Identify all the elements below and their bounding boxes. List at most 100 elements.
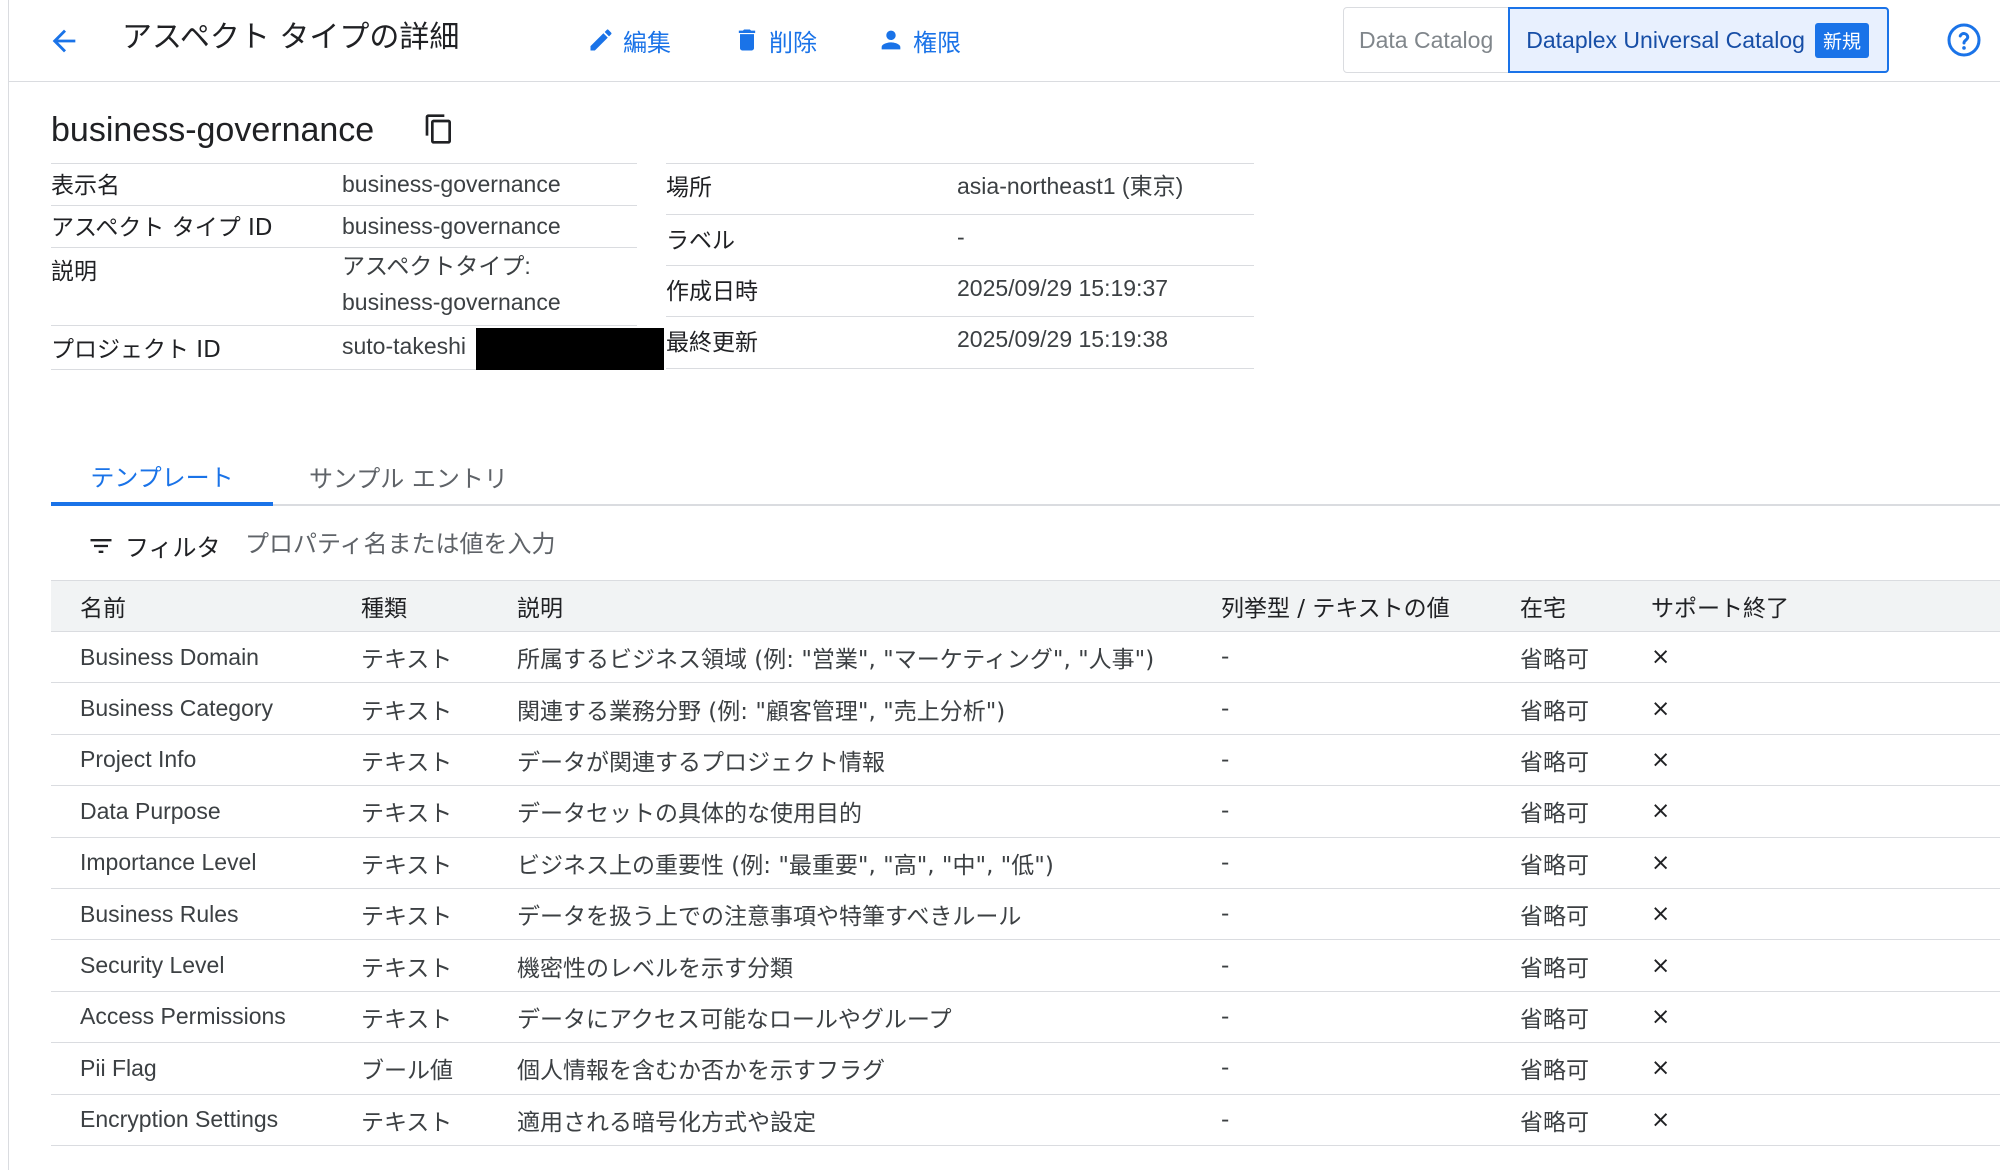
cell-deprecated: × (1651, 1106, 1671, 1133)
help-circle-icon[interactable] (1946, 22, 1982, 58)
cell-values: - (1221, 746, 1230, 773)
cell-type: テキスト (361, 955, 453, 982)
tab-template[interactable]: テンプレート (51, 448, 273, 506)
cell-deprecated: × (1651, 952, 1671, 979)
cell-values: - (1221, 1003, 1230, 1030)
cell-deprecated: × (1651, 849, 1671, 876)
detail-label: 説明 (51, 259, 97, 285)
cell-required: 省略可 (1520, 1058, 1589, 1085)
detail-row-aspect-type-id: アスペクト タイプ ID business-governance (51, 206, 637, 248)
cell-required: 省略可 (1520, 801, 1589, 828)
cell-required: 省略可 (1520, 852, 1589, 879)
detail-label: プロジェクト ID (51, 337, 221, 363)
detail-value: - (957, 224, 965, 250)
cell-values: - (1221, 1106, 1230, 1133)
cell-deprecated: × (1651, 1003, 1671, 1030)
edit-button[interactable]: 編集 (587, 18, 671, 62)
edit-label: 編集 (623, 28, 671, 57)
cell-description: データにアクセス可能なロールやグループ (517, 1006, 952, 1033)
detail-value: 2025/09/29 15:19:37 (957, 275, 1169, 301)
permissions-button[interactable]: 権限 (877, 18, 961, 62)
person-icon (881, 30, 901, 50)
cell-values: - (1221, 1055, 1230, 1082)
template-table: 名前 種類 説明 列挙型 / テキストの値 在宅 サポート終了 Business… (51, 580, 2000, 1146)
tab-sample-entry[interactable]: サンプル エントリ (309, 448, 508, 504)
cell-name: Project Info (80, 746, 197, 773)
cell-description: 個人情報を含むか否かを示すフラグ (517, 1058, 885, 1085)
cell-required: 省略可 (1520, 1006, 1589, 1033)
details-right-table: 場所 asia-northeast1 (東京) ラベル - 作成日時 2025/… (666, 163, 1254, 369)
pencil-icon (590, 29, 612, 51)
toggle-data-catalog[interactable]: Data Catalog (1344, 8, 1508, 72)
cell-values: - (1221, 901, 1230, 928)
table-row[interactable]: Security Level テキスト 機密性のレベルを示す分類 - 省略可 × (51, 940, 2000, 992)
cell-description: データを扱う上での注意事項や特筆すべきルール (517, 904, 1022, 931)
table-body: Business Domain テキスト 所属するビジネス領域 (例: "営業", … (51, 632, 2000, 1146)
detail-row-updated: 最終更新 2025/09/29 15:19:38 (666, 317, 1254, 369)
filter-icon[interactable] (87, 532, 115, 560)
filter-input[interactable] (245, 520, 945, 568)
detail-value-line1: アスペクトタイプ: (342, 253, 531, 279)
detail-label: アスペクト タイプ ID (51, 215, 273, 241)
detail-label: 作成日時 (666, 279, 758, 305)
trash-icon (738, 29, 756, 51)
table-header-row: 名前 種類 説明 列挙型 / テキストの値 在宅 サポート終了 (51, 580, 2000, 632)
column-header-type[interactable]: 種類 (361, 581, 407, 631)
cell-type: テキスト (361, 852, 453, 879)
cell-values: - (1221, 644, 1230, 671)
cell-description: 機密性のレベルを示す分類 (517, 955, 793, 982)
cell-name: Business Rules (80, 900, 239, 927)
cell-description: データが関連するプロジェクト情報 (517, 749, 885, 776)
table-row[interactable]: Business Rules テキスト データを扱う上での注意事項や特筆すべきルール… (51, 889, 2000, 941)
cell-name: Importance Level (80, 849, 257, 876)
delete-button[interactable]: 削除 (733, 18, 817, 62)
detail-row-labels: ラベル - (666, 215, 1254, 266)
cell-type: テキスト (361, 1109, 453, 1136)
filter-label: フィルタ (125, 534, 221, 562)
table-row[interactable]: Business Domain テキスト 所属するビジネス領域 (例: "営業", … (51, 632, 2000, 684)
column-header-required[interactable]: 在宅 (1520, 581, 1566, 631)
detail-value-line2: business-governance (342, 289, 561, 315)
table-row[interactable]: Encryption Settings テキスト 適用される暗号化方式や設定 - 省略可… (51, 1095, 2000, 1146)
cell-type: テキスト (361, 801, 453, 828)
cell-type: テキスト (361, 749, 453, 776)
cell-deprecated: × (1651, 746, 1671, 773)
detail-value: suto-takeshi (342, 333, 467, 359)
new-badge: 新規 (1814, 22, 1869, 58)
table-row[interactable]: Project Info テキスト データが関連するプロジェクト情報 - 省略可 × (51, 735, 2000, 787)
cell-name: Business Category (80, 695, 274, 722)
cell-name: Security Level (80, 952, 225, 979)
detail-value: business-governance (342, 171, 561, 197)
detail-value: 2025/09/29 15:19:38 (957, 326, 1169, 352)
detail-row-location: 場所 asia-northeast1 (東京) (666, 164, 1254, 215)
table-row[interactable]: Data Purpose テキスト データセットの具体的な使用目的 - 省略可 × (51, 786, 2000, 838)
cell-required: 省略可 (1520, 647, 1589, 674)
column-header-description[interactable]: 説明 (517, 581, 563, 631)
detail-value: business-governance (342, 213, 561, 239)
cell-values: - (1221, 695, 1230, 722)
cell-name: Encryption Settings (80, 1106, 279, 1133)
tab-bar: テンプレート サンプル エントリ (51, 448, 2000, 506)
cell-deprecated: × (1651, 798, 1671, 825)
copy-icon[interactable] (423, 113, 455, 145)
cell-description: 適用される暗号化方式や設定 (517, 1109, 816, 1136)
back-button[interactable] (41, 18, 87, 64)
column-header-values[interactable]: 列挙型 / テキストの値 (1221, 581, 1450, 631)
column-header-deprecated[interactable]: サポート終了 (1651, 581, 1789, 631)
column-header-name[interactable]: 名前 (80, 581, 126, 631)
cell-type: ブール値 (361, 1058, 453, 1085)
table-row[interactable]: Importance Level テキスト ビジネス上の重要性 (例: "最重要",… (51, 838, 2000, 889)
table-row[interactable]: Business Category テキスト 関連する業務分野 (例: "顧客管理"… (51, 683, 2000, 735)
table-row[interactable]: Access Permissions テキスト データにアクセス可能なロールやグルー… (51, 992, 2000, 1044)
arrow-back-icon (52, 29, 76, 53)
left-rail (0, 0, 9, 1170)
toggle-dataplex-universal-catalog[interactable]: Dataplex Universal Catalog 新規 (1508, 7, 1889, 73)
table-row[interactable]: Pii Flag ブール値 個人情報を含むか否かを示すフラグ - 省略可 × (51, 1043, 2000, 1095)
cell-required: 省略可 (1520, 749, 1589, 776)
cell-description: 関連する業務分野 (例: "顧客管理", "売上分析") (517, 698, 1006, 725)
cell-values: - (1221, 798, 1230, 825)
cell-description: ビジネス上の重要性 (例: "最重要", "高", "中", "低") (517, 852, 1054, 879)
cell-deprecated: × (1651, 1055, 1671, 1082)
detail-label: 最終更新 (666, 330, 758, 356)
permissions-label: 権限 (913, 28, 961, 57)
